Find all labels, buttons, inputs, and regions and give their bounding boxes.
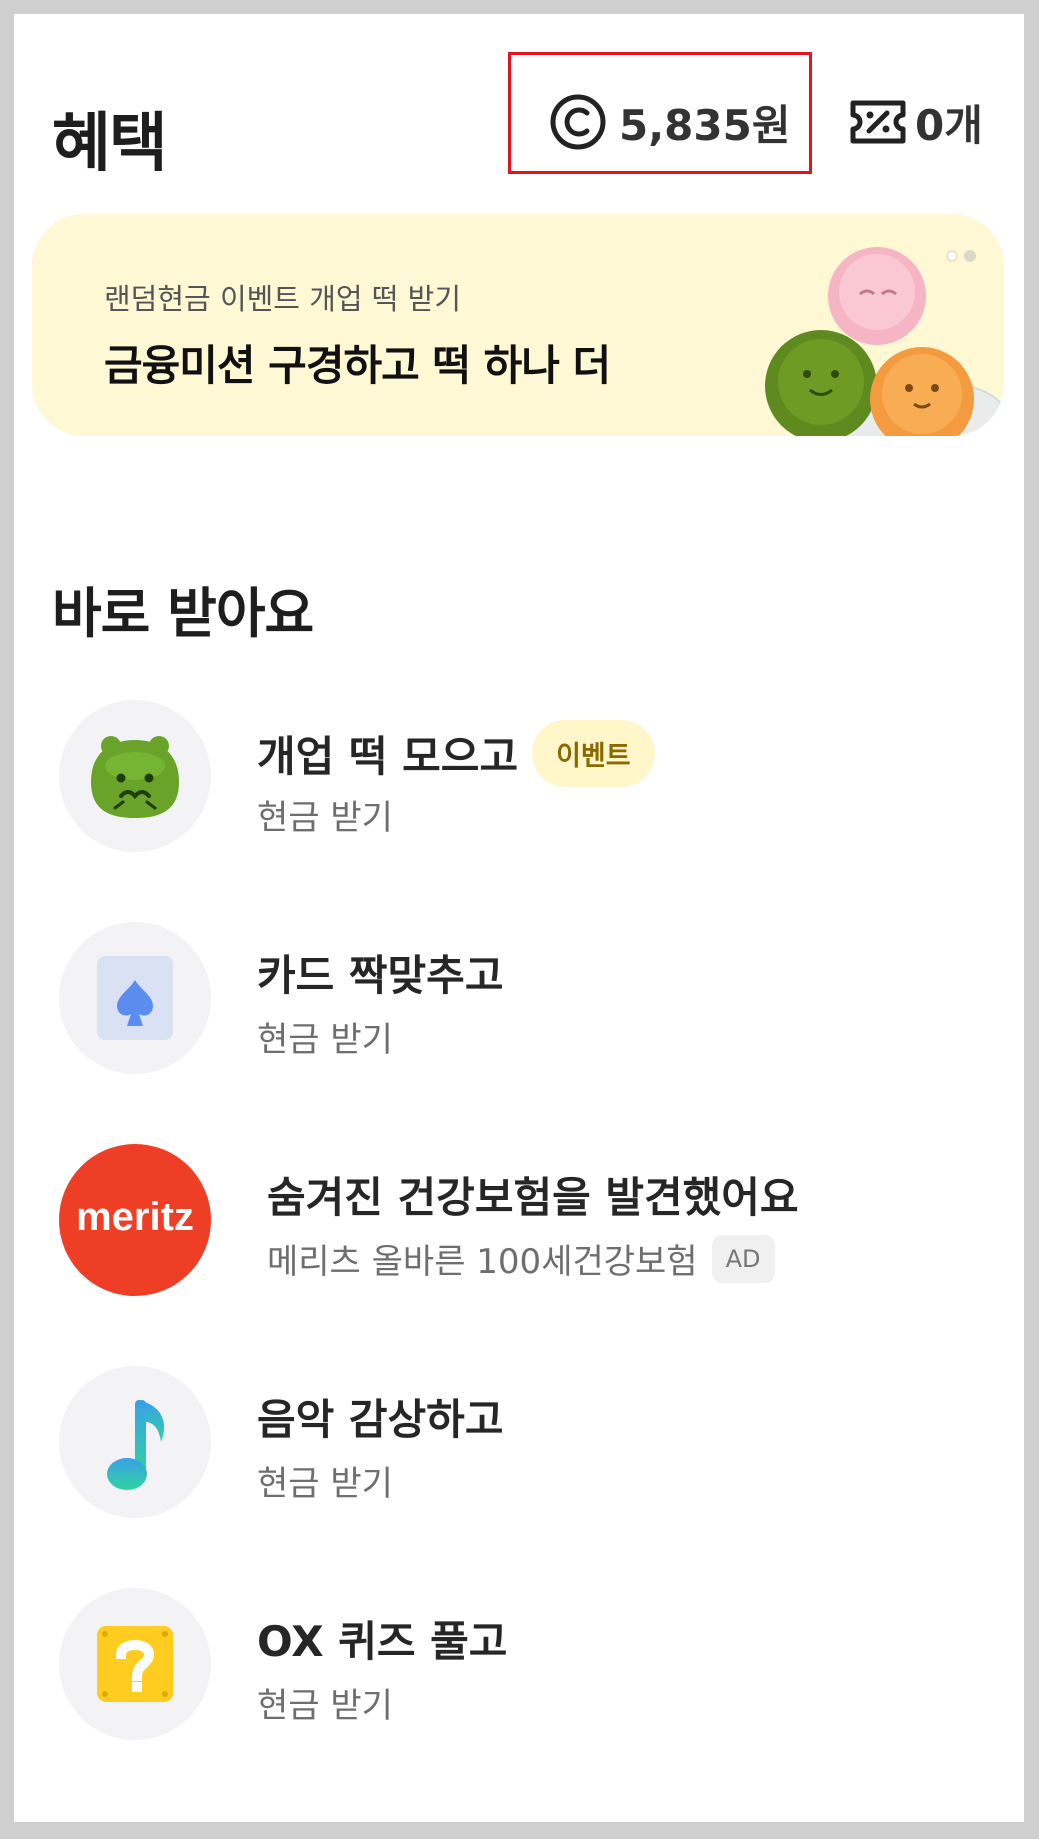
item-title: 음악 감상하고 <box>257 1395 504 1444</box>
meritz-logo-text: meritz <box>76 1195 194 1239</box>
points-balance-button[interactable]: 5,835원 <box>549 90 791 154</box>
question-block-icon <box>97 1626 173 1702</box>
music-note-icon <box>107 1400 165 1490</box>
points-balance: 5,835원 <box>619 100 791 150</box>
list-item-rice-cake[interactable]: 개업 떡 모으고 이벤트 현금 받기 <box>44 700 994 852</box>
item-subtitle: 현금 받기 <box>257 1020 393 1060</box>
coupons-button[interactable]: 0개 <box>849 90 983 154</box>
list-item-card-match[interactable]: 카드 짝맞추고 현금 받기 <box>44 922 994 1074</box>
item-subtitle: 현금 받기 <box>257 798 393 838</box>
banner-dot-active <box>946 250 958 262</box>
coin-icon <box>550 94 606 150</box>
item-avatar <box>59 1366 211 1518</box>
benefits-screen: 혜택 5,835원 0개 랜덤현금 이벤트 개업 떡 받기 금융미션 구경하고 … <box>14 14 1024 1822</box>
green-rice-cake-icon <box>91 736 179 818</box>
rice-cake-illustration <box>765 247 1002 436</box>
ad-badge: AD <box>711 1234 775 1283</box>
item-title: OX 퀴즈 풀고 <box>257 1617 508 1666</box>
item-avatar <box>59 922 211 1074</box>
page-title: 혜택 <box>52 107 168 181</box>
coupon-count: 0개 <box>915 100 983 150</box>
banner-subtitle: 랜덤현금 이벤트 개업 떡 받기 <box>104 282 462 316</box>
coupon-icon <box>850 100 906 144</box>
banner-dot <box>964 250 976 262</box>
item-title: 카드 짝맞추고 <box>257 951 504 1000</box>
event-banner[interactable]: 랜덤현금 이벤트 개업 떡 받기 금융미션 구경하고 떡 하나 더 <box>32 214 1004 436</box>
item-subtitle: 메리츠 올바른 100세건강보험 AD <box>267 1234 775 1283</box>
banner-pagination <box>946 250 976 262</box>
item-avatar <box>59 1588 211 1740</box>
item-title: 숨겨진 건강보험을 발견했어요 <box>267 1173 799 1222</box>
list-item-meritz-ad[interactable]: meritz 숨겨진 건강보험을 발견했어요 메리츠 올바른 100세건강보험 … <box>44 1144 994 1296</box>
list-item-ox-quiz[interactable]: OX 퀴즈 풀고 현금 받기 <box>44 1588 994 1740</box>
spade-card-icon <box>97 956 173 1040</box>
event-badge: 이벤트 <box>532 720 655 787</box>
list-item-music[interactable]: 음악 감상하고 현금 받기 <box>44 1366 994 1518</box>
meritz-logo-mark: meritz <box>76 1195 194 1239</box>
section-title: 바로 받아요 <box>52 582 314 645</box>
item-title: 개업 떡 모으고 이벤트 <box>257 720 655 787</box>
banner-title: 금융미션 구경하고 떡 하나 더 <box>104 341 611 390</box>
item-subtitle-text: 메리츠 올바른 100세건강보험 <box>267 1242 698 1282</box>
item-title-text: 개업 떡 모으고 <box>257 732 519 781</box>
item-subtitle: 현금 받기 <box>257 1464 393 1504</box>
item-subtitle: 현금 받기 <box>257 1686 393 1726</box>
meritz-logo: meritz <box>59 1144 211 1296</box>
item-avatar <box>59 700 211 852</box>
